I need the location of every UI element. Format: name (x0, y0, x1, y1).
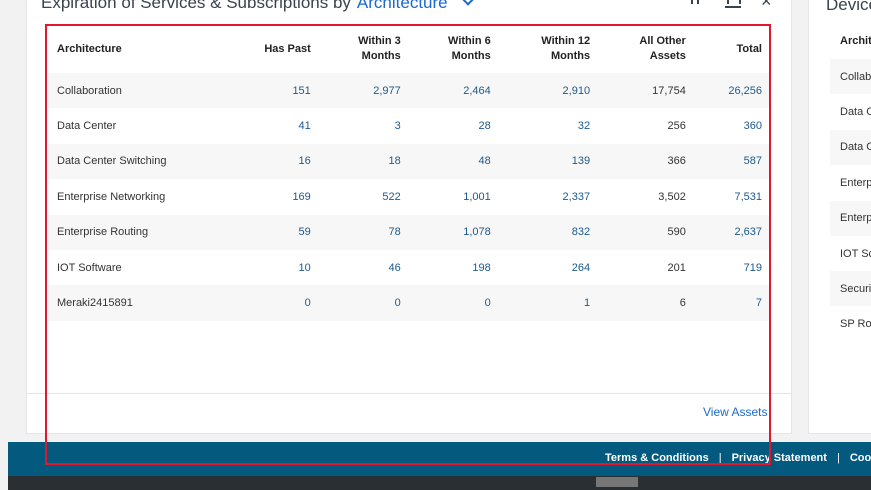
cell-total[interactable]: 360 (694, 108, 770, 143)
cell-has-past[interactable]: 0 (223, 285, 319, 321)
footer-separator: | (718, 452, 722, 464)
cell-within-6-months[interactable]: 1,078 (408, 214, 499, 250)
column-header-within-3-months[interactable]: Within 3 Months (319, 25, 409, 73)
cell-has-past[interactable]: 169 (223, 179, 319, 214)
cell-architecture: Data Center (57, 120, 117, 133)
cell-within-6-months[interactable]: 198 (409, 250, 499, 285)
device-row-label: Enterp (840, 176, 871, 189)
cookies-link[interactable]: Cook (850, 452, 871, 464)
cell-all-other-assets: 256 (667, 120, 686, 133)
cell-architecture: IOT Software (57, 261, 122, 274)
terms-conditions-link[interactable]: Terms & Conditions (605, 452, 709, 464)
cell-within-3-months[interactable]: 46 (319, 250, 409, 285)
cell-within-3-months[interactable]: 18 (318, 143, 409, 180)
horizontal-scrollbar[interactable] (8, 476, 871, 490)
view-assets-link[interactable]: View Assets (703, 405, 767, 419)
table-row: IOT Software 10 46 198 264 201 719 (48, 250, 770, 285)
table-row: Collaboration 151 2,977 2,464 2,910 17,754 26,… (48, 73, 770, 109)
cell-all-other-assets: 590 (598, 214, 694, 250)
table-row: Enterprise Routing 59 78 1,078 832 590 2,637 (48, 214, 770, 250)
cell-within-12-months[interactable]: 2,337 (499, 179, 598, 214)
cell-all-other-assets: 6 (598, 285, 694, 321)
privacy-statement-link[interactable]: Privacy Statement (732, 452, 827, 464)
card-tools: × (689, 0, 777, 11)
cell-all-other-assets: 3,502 (658, 190, 686, 203)
table-row: Data Center Switching 16 18 48 139 366 587 (48, 143, 770, 180)
table-row: Data Center 41 3 28 32 256 360 (48, 108, 770, 143)
cell-within-3-months[interactable]: 2,977 (318, 73, 409, 109)
cell-within-12-months[interactable]: 2,910 (498, 73, 599, 109)
cell-has-past[interactable]: 59 (223, 214, 319, 250)
device-row-label: IOT Sc (840, 247, 871, 260)
column-header-all-other-assets[interactable]: All Other Assets (598, 25, 694, 73)
cell-architecture: Meraki2415891 (48, 285, 223, 321)
cell-total[interactable]: 7,531 (694, 179, 770, 214)
device-row-label: Data C (840, 105, 871, 118)
cell-within-12-months[interactable]: 139 (498, 143, 599, 180)
device-row-label: Enterp (830, 200, 871, 236)
cell-within-3-months[interactable]: 78 (318, 214, 409, 250)
close-icon[interactable]: × (761, 0, 777, 10)
column-header-total[interactable]: Total (694, 25, 770, 73)
card-footer-divider (26, 393, 792, 394)
cell-total[interactable]: 587 (693, 143, 770, 180)
device-column-header[interactable]: Archit (840, 35, 871, 47)
cell-architecture: Collaboration (48, 73, 223, 109)
column-header-has-past[interactable]: Has Past (223, 25, 319, 73)
expiration-table: Architecture Has Past Within 3 Months Wit… (48, 25, 770, 321)
cell-within-12-months[interactable]: 32 (499, 108, 598, 143)
column-header-within-6-months[interactable]: Within 6 Months (409, 25, 499, 73)
table-row: Enterprise Networking 169 522 1,001 2,337 3,5… (48, 179, 770, 214)
device-row-label: SP Rou (840, 318, 871, 331)
cell-all-other-assets: 366 (598, 143, 694, 180)
cell-total[interactable]: 7 (693, 285, 770, 321)
cell-architecture: Data Center Switching (48, 143, 223, 180)
device-row-label: Collab (830, 59, 871, 94)
group-by-dropdown[interactable]: Architecture (357, 0, 448, 13)
columns-icon[interactable] (725, 0, 741, 8)
export-icon[interactable] (689, 0, 705, 8)
chevron-down-icon[interactable] (461, 0, 474, 6)
cell-total[interactable]: 719 (694, 250, 770, 285)
cell-within-12-months[interactable]: 1 (498, 285, 599, 321)
device-card-title: Device (826, 0, 871, 14)
scrollbar-thumb[interactable] (596, 477, 638, 487)
cell-within-6-months[interactable]: 1,001 (409, 179, 499, 214)
column-header-within-12-months[interactable]: Within 12 Months (499, 25, 598, 73)
cell-has-past[interactable]: 151 (223, 73, 319, 109)
table-header-row: Architecture Has Past Within 3 Months Wit… (48, 25, 770, 73)
cell-architecture: Enterprise Routing (48, 214, 223, 250)
cell-within-3-months[interactable]: 3 (319, 108, 409, 143)
cell-total[interactable]: 26,256 (693, 73, 770, 109)
cell-has-past[interactable]: 16 (223, 143, 319, 180)
footer-links: Terms & Conditions | Privacy Statement |… (605, 450, 871, 466)
footer-separator: | (836, 452, 840, 464)
cell-within-3-months[interactable]: 522 (319, 179, 409, 214)
cell-total[interactable]: 2,637 (693, 214, 770, 250)
cell-has-past[interactable]: 10 (223, 250, 319, 285)
cell-has-past[interactable]: 41 (223, 108, 319, 143)
cell-all-other-assets: 201 (667, 261, 686, 274)
cell-within-6-months[interactable]: 0 (408, 285, 499, 321)
device-row-label: Securi (830, 271, 871, 307)
table-row: Meraki2415891 0 0 0 1 6 7 (48, 285, 770, 321)
cell-within-3-months[interactable]: 0 (318, 285, 409, 321)
cell-architecture: Enterprise Networking (57, 190, 166, 203)
cell-all-other-assets: 17,754 (598, 73, 694, 109)
cell-within-12-months[interactable]: 264 (499, 250, 598, 285)
cell-within-12-months[interactable]: 832 (498, 214, 599, 250)
cell-within-6-months[interactable]: 48 (408, 143, 499, 180)
device-row-label: Data C (830, 129, 871, 165)
column-header-architecture[interactable]: Architecture (48, 25, 223, 73)
cell-within-6-months[interactable]: 28 (409, 108, 499, 143)
card-title-text: Expiration of Services & Subscriptions b… (41, 0, 351, 12)
cell-within-6-months[interactable]: 2,464 (408, 73, 499, 109)
card-title: Expiration of Services & Subscriptions b… (41, 0, 474, 15)
